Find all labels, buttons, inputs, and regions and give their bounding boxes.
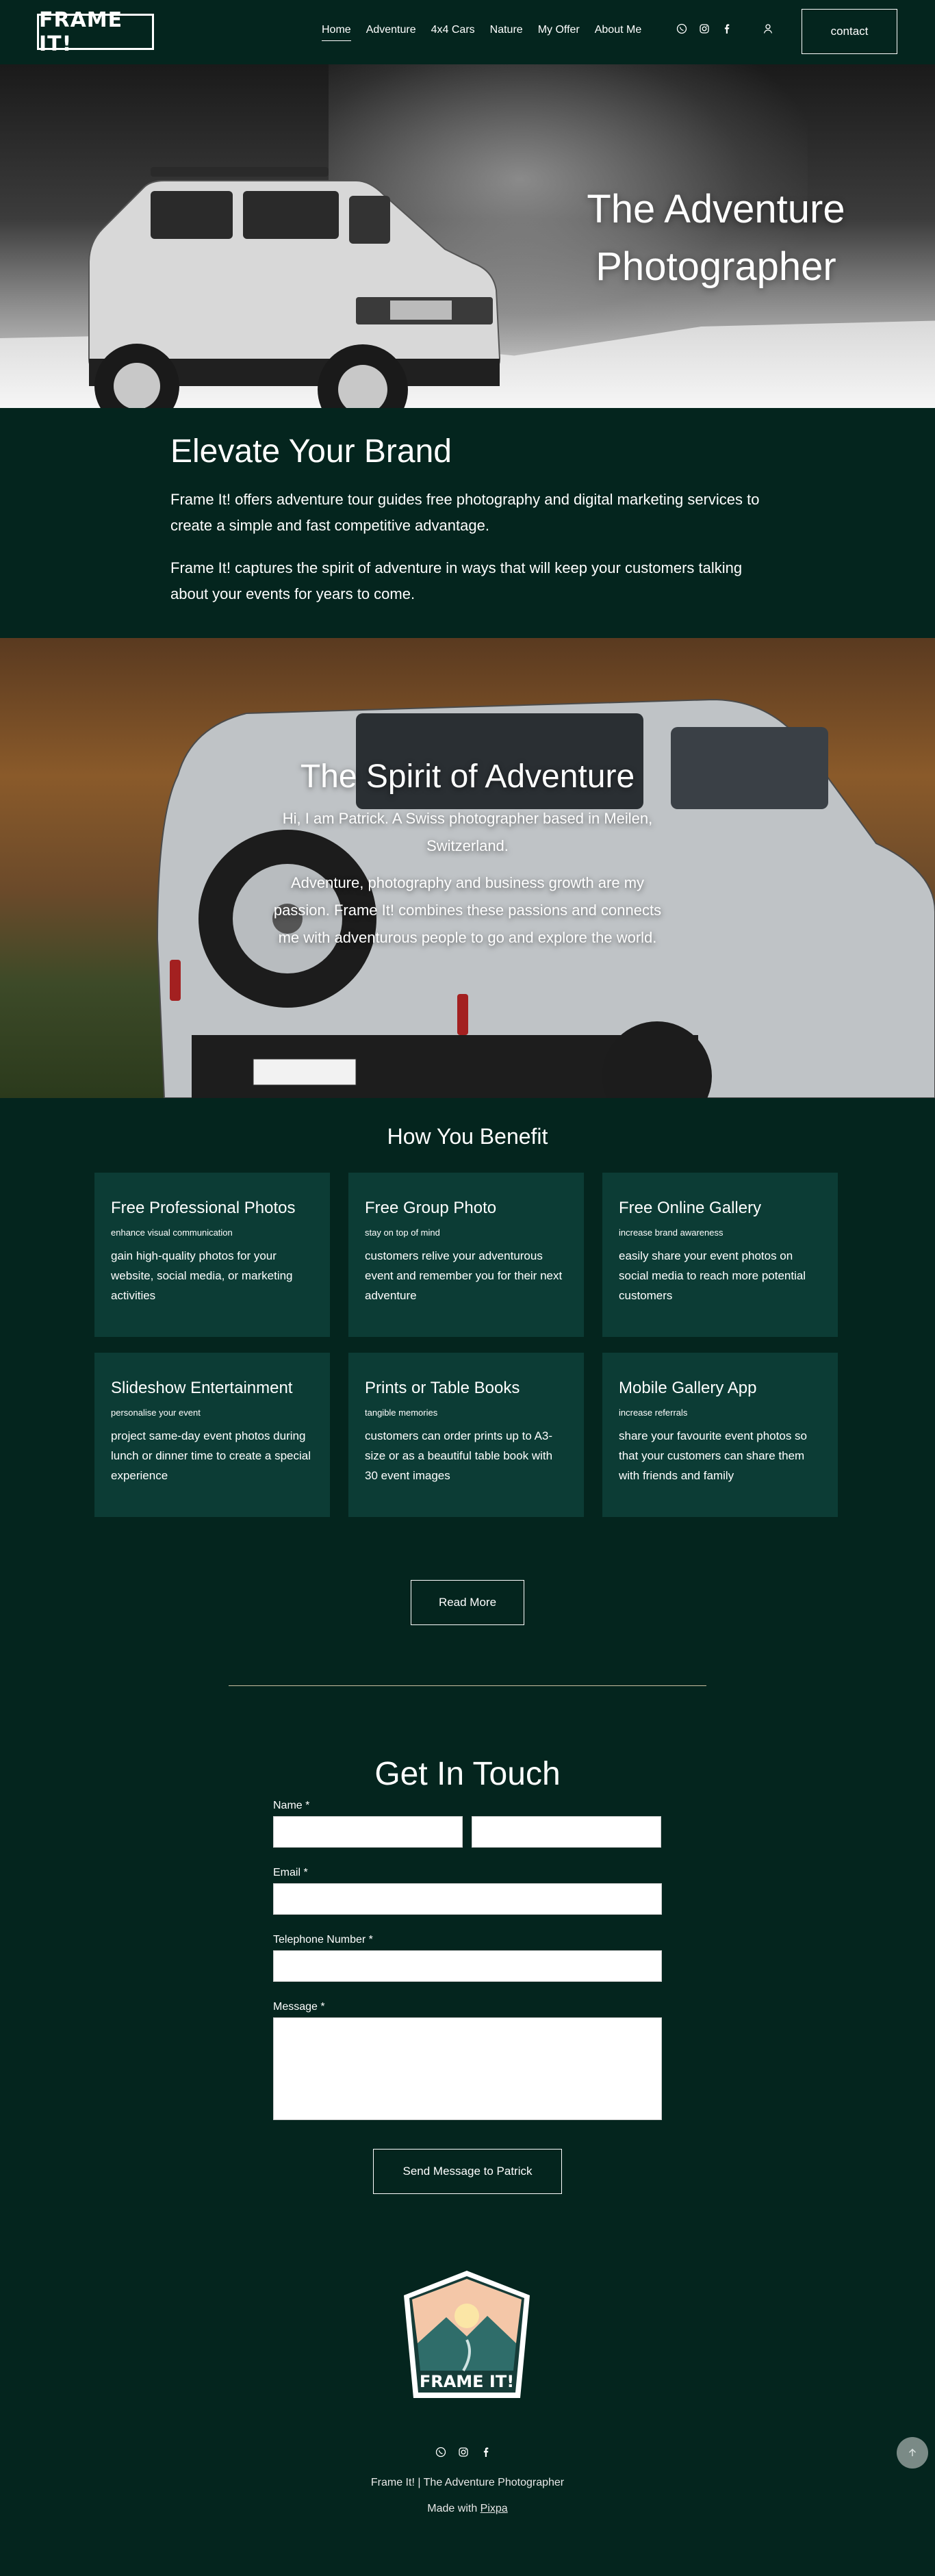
message-label: Message * (273, 2001, 325, 2013)
elevate-title: Elevate Your Brand (170, 433, 452, 470)
instagram-icon[interactable] (458, 2447, 469, 2458)
card-description: gain high-quality photos for your websit… (111, 1249, 293, 1302)
card-subtitle: increase brand awareness (619, 1227, 723, 1238)
name-label: Name * (273, 1800, 310, 1811)
instagram-icon[interactable] (699, 23, 710, 34)
last-name-field[interactable] (472, 1816, 661, 1848)
card-title: Slideshow Entertainment (111, 1379, 293, 1397)
card-description: customers relive your adventurous event … (365, 1249, 563, 1302)
elevate-paragraph-2: Frame It! captures the spirit of adventu… (170, 559, 743, 602)
hero-title: The Adventure Photographer (587, 187, 845, 289)
phone-group: Telephone Number * (273, 1934, 662, 1982)
card-subtitle: enhance visual communication (111, 1227, 233, 1238)
contact-title: Get In Touch (374, 1756, 561, 1792)
spirit-paragraph-1: Hi, I am Patrick. A Swiss photographer b… (282, 810, 653, 854)
contact-section: Get In Touch Name * Email * Telephone Nu… (0, 1686, 935, 2194)
benefit-title: How You Benefit (387, 1124, 548, 1149)
facebook-icon[interactable] (721, 23, 732, 34)
main-nav: Home Adventure 4x4 Cars Nature My Offer … (322, 24, 641, 41)
contact-button[interactable]: contact (802, 9, 897, 54)
badge-text: FRAME IT! (420, 2372, 514, 2391)
card-subtitle: increase referrals (619, 1407, 688, 1418)
scroll-to-top-button[interactable] (897, 2437, 928, 2469)
nav-4x4-cars[interactable]: 4x4 Cars (431, 24, 475, 41)
send-wrapper: Send Message to Patrick (0, 2149, 935, 2194)
made-with-text: Made with (427, 2503, 481, 2514)
card-description: easily share your event photos on social… (619, 1249, 806, 1302)
header-social-links (676, 23, 732, 34)
read-more-button[interactable]: Read More (411, 1580, 524, 1625)
footer-made-with: Made with Pixpa (0, 2503, 935, 2515)
spirit-title: The Spirit of Adventure (300, 758, 635, 795)
email-field[interactable] (273, 1883, 662, 1915)
card-title: Free Online Gallery (619, 1199, 762, 1217)
footer-badge-logo: FRAME IT! (404, 2271, 530, 2398)
email-label: Email * (273, 1867, 308, 1878)
spirit-section: The Spirit of Adventure Hi, I am Patrick… (0, 638, 935, 1098)
benefit-card: Prints or Table Books tangible memories … (348, 1353, 584, 1517)
benefit-card: Slideshow Entertainment personalise your… (94, 1353, 330, 1517)
benefit-card: Free Online Gallery increase brand aware… (602, 1173, 838, 1337)
arrow-up-icon (909, 2449, 916, 2456)
message-field[interactable] (273, 2017, 662, 2120)
card-subtitle: stay on top of mind (365, 1227, 440, 1238)
phone-field[interactable] (273, 1950, 662, 1982)
benefit-card: Free Group Photo stay on top of mind cus… (348, 1173, 584, 1337)
benefit-section: How You Benefit Free Professional Photos… (0, 1098, 935, 1686)
benefit-card: Mobile Gallery App increase referrals sh… (602, 1353, 838, 1517)
whatsapp-icon[interactable] (676, 23, 687, 34)
pixpa-link[interactable]: Pixpa (481, 2503, 508, 2514)
nav-home[interactable]: Home (322, 24, 351, 41)
hero-car-image (88, 167, 501, 408)
benefit-card: Free Professional Photos enhance visual … (94, 1173, 330, 1337)
elevate-paragraph-1: Frame It! offers adventure tour guides f… (170, 491, 760, 534)
card-title: Mobile Gallery App (619, 1379, 757, 1397)
card-title: Free Group Photo (365, 1199, 497, 1217)
contact-form: Name * Email * Telephone Number * Messag… (273, 1800, 662, 2120)
email-group: Email * (273, 1867, 662, 1915)
logo-text: FRAME IT! (39, 8, 123, 56)
site-header: FRAME IT! Home Adventure 4x4 Cars Nature… (0, 0, 935, 64)
user-icon[interactable] (763, 23, 773, 34)
nav-about-me[interactable]: About Me (595, 24, 641, 41)
card-title: Free Professional Photos (111, 1199, 296, 1217)
card-title: Prints or Table Books (365, 1379, 520, 1397)
whatsapp-icon[interactable] (435, 2447, 446, 2458)
benefit-cards: Free Professional Photos enhance visual … (94, 1173, 935, 1517)
first-name-field[interactable] (273, 1816, 463, 1848)
footer-tagline: Frame It! | The Adventure Photographer (370, 2477, 565, 2488)
card-description: share your favourite event photos so tha… (619, 1429, 807, 1482)
card-description: project same-day event photos during lun… (111, 1429, 311, 1482)
elevate-section: Elevate Your Brand Frame It! offers adve… (0, 408, 935, 638)
nav-adventure[interactable]: Adventure (366, 24, 416, 41)
message-group: Message * (273, 2001, 662, 2120)
card-subtitle: personalise your event (111, 1407, 201, 1418)
read-more-wrapper: Read More (0, 1580, 935, 1625)
card-subtitle: tangible memories (365, 1407, 438, 1418)
footer-social-links (435, 2447, 491, 2458)
spirit-content: The Spirit of Adventure Hi, I am Patrick… (270, 758, 665, 961)
name-group: Name * (273, 1800, 662, 1848)
card-description: customers can order prints up to A3-size… (365, 1429, 553, 1482)
phone-label: Telephone Number * (273, 1934, 373, 1946)
site-logo[interactable]: FRAME IT! (37, 8, 154, 56)
spirit-paragraph-2: Adventure, photography and business grow… (273, 874, 662, 946)
facebook-icon[interactable] (481, 2447, 491, 2458)
nav-my-offer[interactable]: My Offer (538, 24, 580, 41)
send-message-button[interactable]: Send Message to Patrick (373, 2149, 562, 2194)
nav-nature[interactable]: Nature (490, 24, 523, 41)
site-footer: FRAME IT! Frame It! | The Adventure Phot… (0, 2194, 935, 2576)
hero-section: The Adventure Photographer (0, 64, 935, 408)
